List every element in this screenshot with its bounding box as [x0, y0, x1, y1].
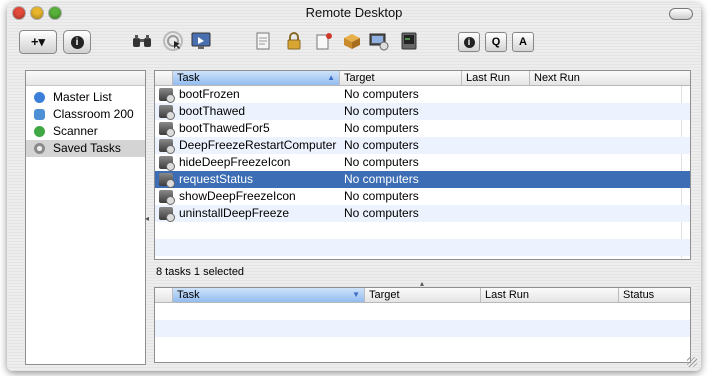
info-icon: i: [70, 35, 84, 49]
column-last-run[interactable]: Last Run: [481, 288, 619, 302]
tasks-table: Task ▲ Target Last Run Next Run bootFroz…: [145, 70, 691, 260]
task-name: bootFrozen: [179, 87, 240, 101]
task-name: showDeepFreezeIcon: [179, 189, 296, 203]
task-target: No computers: [344, 206, 419, 220]
classroom-icon: [34, 109, 45, 120]
sidebar-item-label: Saved Tasks: [53, 141, 121, 155]
minimize-window-button[interactable]: [31, 7, 43, 19]
table-row[interactable]: hideDeepFreezeIcon No computers: [155, 154, 690, 171]
task-name: bootThawed: [179, 104, 246, 118]
task-icon: [159, 139, 175, 154]
task-name: DeepFreezeRestartComputer: [179, 138, 337, 152]
sidebar-item-saved-tasks[interactable]: Saved Tasks: [26, 140, 145, 157]
sidebar: Master List Classroom 200 Scanner Saved …: [25, 70, 146, 365]
task-icon: [159, 190, 175, 205]
resize-grip-icon[interactable]: [687, 357, 697, 367]
gear-icon: [34, 143, 45, 154]
task-icon: [159, 88, 175, 103]
task-icon: [159, 156, 175, 171]
close-window-button[interactable]: [13, 7, 25, 19]
task-name: uninstallDeepFreeze: [179, 206, 290, 220]
sidebar-item-scanner[interactable]: Scanner: [26, 123, 145, 140]
column-last-run[interactable]: Last Run: [462, 71, 530, 85]
get-info-button[interactable]: i: [458, 32, 480, 52]
task-target: No computers: [344, 189, 419, 203]
control-screen-icon[interactable]: [189, 29, 213, 53]
table-row-empty: [155, 303, 690, 320]
task-history-header: Task ▼ Target Last Run Status: [155, 288, 690, 303]
send-message-icon[interactable]: [312, 29, 336, 53]
column-status[interactable]: Status: [619, 288, 690, 302]
status-text: 8 tasks 1 selected: [156, 266, 245, 278]
task-name: hideDeepFreezeIcon: [179, 155, 291, 169]
globe-icon: [34, 92, 45, 103]
info-icon: i: [463, 36, 475, 48]
table-row[interactable]: showDeepFreezeIcon No computers: [155, 188, 690, 205]
sidebar-item-label: Master List: [53, 90, 112, 104]
main-pane: Task ▲ Target Last Run Next Run bootFroz…: [145, 70, 693, 363]
sidebar-header: [26, 71, 145, 86]
column-target[interactable]: Target: [340, 71, 462, 85]
tasks-table-header: Task ▲ Target Last Run Next Run: [155, 71, 690, 86]
collapse-handle-icon[interactable]: ◂: [145, 214, 149, 223]
sidebar-item-label: Scanner: [53, 124, 98, 138]
task-target: No computers: [344, 138, 419, 152]
info-button[interactable]: i: [63, 30, 91, 54]
sidebar-item-classroom-200[interactable]: Classroom 200: [26, 106, 145, 123]
task-target: No computers: [344, 172, 419, 186]
table-row[interactable]: bootThawed No computers: [155, 103, 690, 120]
binoculars-icon[interactable]: [130, 29, 154, 53]
column-icon: [155, 288, 173, 302]
task-icon: [159, 173, 175, 188]
remote-desktop-window: Remote Desktop +▾ i i Q A Master List Cl…: [7, 3, 701, 371]
column-target[interactable]: Target: [365, 288, 481, 302]
sidebar-item-master-list[interactable]: Master List: [26, 89, 145, 106]
lock-icon[interactable]: [282, 29, 306, 53]
task-name: bootThawedFor5: [179, 121, 270, 135]
table-row-empty: [155, 222, 690, 239]
sort-descending-icon: ▼: [352, 290, 360, 299]
table-row[interactable]: DeepFreezeRestartComputer No computers: [155, 137, 690, 154]
column-task[interactable]: Task ▲: [173, 71, 340, 85]
find-button[interactable]: A: [512, 32, 534, 52]
title-bar[interactable]: Remote Desktop: [7, 3, 701, 23]
task-target: No computers: [344, 121, 419, 135]
magnifier-icon: Q: [491, 36, 501, 48]
table-row-empty: [155, 239, 690, 256]
task-icon: [159, 207, 175, 222]
table-row[interactable]: uninstallDeepFreeze No computers: [155, 205, 690, 222]
table-row[interactable]: bootThawedFor5 No computers: [155, 120, 690, 137]
task-target: No computers: [344, 87, 419, 101]
task-target: No computers: [344, 104, 419, 118]
sort-ascending-icon: ▲: [327, 73, 335, 82]
window-title: Remote Desktop: [305, 5, 403, 20]
toolbar: +▾ i i Q A: [7, 23, 701, 63]
spotlight-button[interactable]: Q: [485, 32, 507, 52]
scanner-icon: [34, 126, 45, 137]
unix-command-icon[interactable]: [397, 29, 421, 53]
table-row[interactable]: bootFrozen No computers: [155, 86, 690, 103]
task-target: No computers: [344, 155, 419, 169]
task-history-table: Task ▼ Target Last Run Status: [154, 287, 691, 363]
column-icon: [155, 71, 173, 85]
task-name: requestStatus: [179, 172, 254, 186]
table-row-empty: [155, 320, 690, 337]
column-next-run[interactable]: Next Run: [530, 71, 690, 85]
task-icon: [159, 122, 175, 137]
table-row-selected[interactable]: requestStatus No computers: [155, 171, 690, 188]
toolbar-toggle-button[interactable]: [669, 8, 693, 20]
copy-items-icon[interactable]: [367, 29, 391, 53]
binoculars-small-icon: A: [519, 36, 527, 48]
install-package-icon[interactable]: [340, 29, 364, 53]
table-row-empty: [155, 337, 690, 354]
sidebar-item-label: Classroom 200: [53, 107, 134, 121]
observe-icon[interactable]: [161, 29, 185, 53]
report-icon[interactable]: [251, 29, 275, 53]
task-icon: [159, 105, 175, 120]
zoom-window-button[interactable]: [49, 7, 61, 19]
add-menu-button[interactable]: +▾: [19, 30, 57, 54]
column-task[interactable]: Task ▼: [173, 288, 365, 302]
